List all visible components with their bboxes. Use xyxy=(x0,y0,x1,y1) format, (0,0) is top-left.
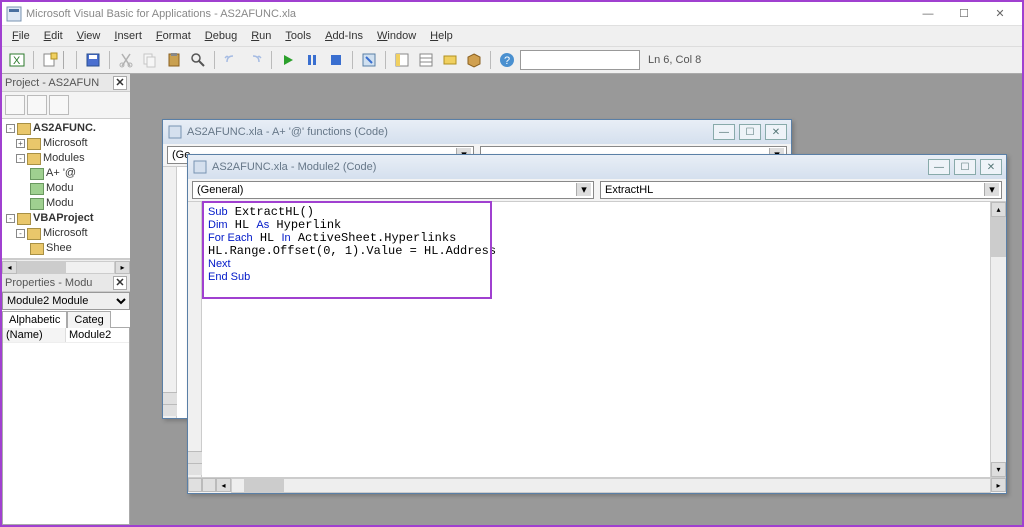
child-maximize-icon[interactable]: ☐ xyxy=(954,159,976,175)
copy-icon[interactable] xyxy=(139,49,161,71)
menu-run[interactable]: Run xyxy=(245,28,277,44)
tree-node[interactable]: -Microsoft xyxy=(2,226,130,241)
find-icon[interactable] xyxy=(187,49,209,71)
properties-pane-title: Properties - Modu ✕ xyxy=(2,274,130,292)
procedure-dropdown[interactable]: ExtractHL xyxy=(600,181,1002,199)
help-icon[interactable]: ? xyxy=(496,49,518,71)
menu-insert[interactable]: Insert xyxy=(108,28,148,44)
save-icon[interactable] xyxy=(82,49,104,71)
tree-node[interactable]: A+ '@ xyxy=(2,166,130,181)
object-dropdown[interactable]: (General) xyxy=(192,181,594,199)
cut-icon[interactable] xyxy=(115,49,137,71)
tree-node[interactable]: Modu xyxy=(2,196,130,211)
toggle-folders-icon[interactable] xyxy=(49,95,69,115)
project-explorer-icon[interactable] xyxy=(391,49,413,71)
child-minimize-icon[interactable]: — xyxy=(713,124,735,140)
menu-tools[interactable]: Tools xyxy=(279,28,317,44)
tab-categorized[interactable]: Categ xyxy=(67,311,110,328)
child-title-front[interactable]: AS2AFUNC.xla - Module2 (Code) — ☐ ✕ xyxy=(188,155,1006,179)
properties-pane-close-icon[interactable]: ✕ xyxy=(113,276,127,290)
view-code-icon[interactable] xyxy=(5,95,25,115)
menu-debug[interactable]: Debug xyxy=(199,28,243,44)
tree-node[interactable]: -AS2AFUNC. xyxy=(2,121,130,136)
tree-node[interactable]: Modu xyxy=(2,181,130,196)
properties-icon[interactable] xyxy=(415,49,437,71)
menu-help[interactable]: Help xyxy=(424,28,459,44)
properties-tabs: Alphabetic Categ xyxy=(2,310,130,327)
menu-window[interactable]: Window xyxy=(371,28,422,44)
close-button[interactable]: ✕ xyxy=(982,4,1018,24)
vba-app-icon xyxy=(6,6,22,22)
module-icon xyxy=(167,124,183,140)
properties-grid[interactable]: (Name)Module2 xyxy=(2,327,130,525)
paste-icon[interactable] xyxy=(163,49,185,71)
tab-alphabetic[interactable]: Alphabetic xyxy=(2,311,67,328)
menu-format[interactable]: Format xyxy=(150,28,197,44)
child-close-icon[interactable]: ✕ xyxy=(980,159,1002,175)
project-hscroll[interactable]: ◂▸ xyxy=(2,259,130,274)
app-title: Microsoft Visual Basic for Applications … xyxy=(26,8,910,20)
tree-node[interactable]: +Microsoft xyxy=(2,136,130,151)
break-icon[interactable] xyxy=(301,49,323,71)
minimize-button[interactable]: — xyxy=(910,4,946,24)
reset-icon[interactable] xyxy=(325,49,347,71)
cursor-position: Ln 6, Col 8 xyxy=(648,54,701,66)
properties-object-selector[interactable]: Module2 Module xyxy=(2,292,130,310)
child-close-icon[interactable]: ✕ xyxy=(765,124,787,140)
view-object-icon[interactable] xyxy=(27,95,47,115)
design-mode-icon[interactable] xyxy=(358,49,380,71)
undo-icon[interactable] xyxy=(220,49,242,71)
child-minimize-icon[interactable]: — xyxy=(928,159,950,175)
title-bar: Microsoft Visual Basic for Applications … xyxy=(2,2,1022,26)
project-pane-title: Project - AS2AFUN ✕ xyxy=(2,74,130,92)
code-vscroll[interactable]: ▴▾ xyxy=(990,202,1006,477)
toolbox-icon[interactable] xyxy=(463,49,485,71)
project-toolbar xyxy=(2,92,130,119)
menu-file[interactable]: File xyxy=(6,28,36,44)
main-toolbar: X ? Ln 6, Col 8 xyxy=(2,46,1022,74)
view-excel-icon[interactable]: X xyxy=(6,49,28,71)
menu-add-ins[interactable]: Add-Ins xyxy=(319,28,369,44)
tree-node[interactable]: -VBAProject xyxy=(2,211,130,226)
child-title-back[interactable]: AS2AFUNC.xla - A+ '@' functions (Code) —… xyxy=(163,120,791,144)
project-pane-close-icon[interactable]: ✕ xyxy=(113,76,127,90)
svg-text:X: X xyxy=(13,55,21,67)
code-editor[interactable]: Sub ExtractHL() Dim HL As Hyperlink For … xyxy=(202,202,990,477)
project-tree[interactable]: -AS2AFUNC.+Microsoft-ModulesA+ '@ModuMod… xyxy=(2,119,130,259)
insert-module-icon[interactable] xyxy=(39,49,61,71)
menu-bar: FileEditViewInsertFormatDebugRunToolsAdd… xyxy=(2,26,1022,46)
redo-icon[interactable] xyxy=(244,49,266,71)
help-search-combo[interactable] xyxy=(520,50,640,70)
tree-node[interactable]: -Modules xyxy=(2,151,130,166)
menu-view[interactable]: View xyxy=(71,28,107,44)
tree-node[interactable]: Shee xyxy=(2,241,130,256)
code-window-front[interactable]: AS2AFUNC.xla - Module2 (Code) — ☐ ✕ (Gen… xyxy=(187,154,1007,494)
module-icon xyxy=(192,159,208,175)
object-browser-icon[interactable] xyxy=(439,49,461,71)
child-maximize-icon[interactable]: ☐ xyxy=(739,124,761,140)
mdi-area: AS2AFUNC.xla - A+ '@' functions (Code) —… xyxy=(132,74,1022,525)
menu-edit[interactable]: Edit xyxy=(38,28,69,44)
code-hscroll[interactable]: ◂▸ xyxy=(188,477,1006,493)
svg-text:?: ? xyxy=(504,55,510,67)
maximize-button[interactable]: ☐ xyxy=(946,4,982,24)
run-icon[interactable] xyxy=(277,49,299,71)
